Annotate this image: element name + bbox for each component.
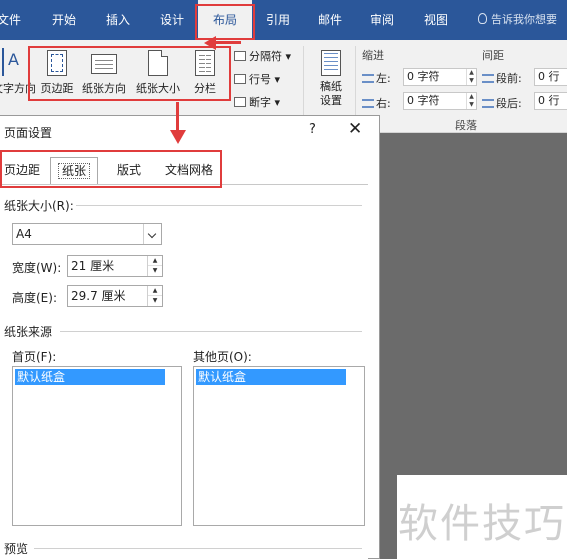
highlight-page-setup-group: [28, 46, 231, 101]
tab-review[interactable]: 审阅: [360, 0, 404, 40]
hyphenation-icon: [234, 97, 246, 107]
indent-right-icon: [362, 99, 374, 108]
indent-right-spinner[interactable]: ▲ ▼: [466, 93, 476, 109]
tell-me-text: 告诉我你想要: [491, 13, 557, 26]
dialog-title: 页面设置: [4, 126, 53, 140]
section-divider: [34, 548, 362, 549]
line-numbers-icon: [234, 74, 246, 84]
other-pages-list[interactable]: 默认纸盒: [193, 366, 365, 526]
paper-size-value: A4: [16, 227, 32, 241]
highlight-dialog-tabs: [0, 150, 222, 188]
indent-left-icon: [362, 74, 374, 83]
watermark-text: 软件技巧: [398, 501, 566, 547]
arrow-connector: [213, 41, 241, 44]
close-icon[interactable]: ✕: [348, 119, 362, 139]
hyphenation-button[interactable]: 断字 ▾: [234, 94, 280, 110]
arrow-head-icon: [204, 36, 216, 50]
tab-mailings[interactable]: 邮件: [308, 0, 352, 40]
breaks-button[interactable]: 分隔符 ▾: [234, 48, 291, 64]
height-label: 高度(E):: [12, 291, 57, 305]
height-value: 29.7 厘米: [71, 289, 126, 303]
tab-design[interactable]: 设计: [150, 0, 194, 40]
spacing-before-input[interactable]: 0 行: [534, 68, 567, 86]
tell-me-search[interactable]: 告诉我你想要: [478, 0, 557, 40]
help-button[interactable]: ?: [309, 122, 316, 137]
height-input[interactable]: 29.7 厘米 ▲ ▼: [67, 285, 163, 307]
spacing-after-label: 段后:: [482, 95, 522, 111]
chevron-down-icon[interactable]: [143, 224, 161, 244]
paper-source-section-label: 纸张来源: [4, 325, 53, 339]
group-separator: [355, 46, 356, 126]
breaks-label: 分隔符: [249, 50, 282, 63]
spacing-before-label: 段前:: [482, 70, 522, 86]
indent-left-input[interactable]: 0 字符 ▲ ▼: [403, 68, 477, 86]
other-pages-label: 其他页(O):: [193, 350, 252, 364]
breaks-icon: [234, 51, 246, 61]
height-spinner[interactable]: ▲ ▼: [147, 286, 162, 306]
tab-file[interactable]: 文件: [0, 0, 24, 40]
highlight-layout-tab: [195, 4, 255, 40]
lightbulb-icon: [478, 13, 487, 24]
spacing-after-icon: [482, 99, 494, 108]
paper-size-section-label: 纸张大小(R):: [4, 199, 74, 213]
width-spinner[interactable]: ▲ ▼: [147, 256, 162, 276]
first-page-list[interactable]: 默认纸盒: [12, 366, 182, 526]
first-page-label: 首页(F):: [12, 350, 57, 364]
draft-paper-icon: [321, 50, 341, 76]
tab-insert[interactable]: 插入: [96, 0, 140, 40]
watermark-box: 软件技巧: [397, 475, 567, 559]
indent-right-input[interactable]: 0 字符 ▲ ▼: [403, 92, 477, 110]
group-separator: [303, 46, 304, 126]
draft-paper-button[interactable]: 稿纸 设置: [310, 40, 352, 120]
width-input[interactable]: 21 厘米 ▲ ▼: [67, 255, 163, 277]
indent-group-label: 缩进: [362, 49, 384, 62]
section-divider: [76, 205, 362, 206]
indent-left-spinner[interactable]: ▲ ▼: [466, 69, 476, 85]
width-value: 21 厘米: [71, 259, 115, 273]
line-numbers-button[interactable]: 行号 ▾: [234, 71, 280, 87]
tab-view[interactable]: 视图: [414, 0, 458, 40]
indent-right-label: 右:: [362, 95, 391, 111]
other-pages-item[interactable]: 默认纸盒: [196, 369, 346, 385]
preview-section-label: 预览: [4, 542, 29, 556]
spacing-after-input[interactable]: 0 行: [534, 92, 567, 110]
draft-paper-label: 稿纸 设置: [320, 80, 342, 107]
arrow-connector: [176, 102, 179, 132]
spacing-group-label: 间距: [482, 49, 504, 62]
arrow-head-icon: [170, 130, 186, 144]
text-direction-icon: A: [2, 48, 20, 76]
indent-left-label: 左:: [362, 70, 391, 86]
paragraph-group-label: 段落: [455, 119, 477, 132]
paper-size-select[interactable]: A4: [12, 223, 162, 245]
ribbon-tab-bar: 文件 开始 插入 设计 布局 引用 邮件 审阅 视图 告诉我你想要: [0, 0, 567, 40]
first-page-item[interactable]: 默认纸盒: [15, 369, 165, 385]
hyphenation-label: 断字: [249, 96, 271, 109]
section-divider: [60, 331, 362, 332]
tab-references[interactable]: 引用: [256, 0, 300, 40]
tab-home[interactable]: 开始: [42, 0, 86, 40]
spacing-before-icon: [482, 74, 494, 83]
width-label: 宽度(W):: [12, 261, 62, 275]
paper-panel: 纸张大小(R): A4 宽度(W): 21 厘米 ▲ ▼ 高度(E): 29.7 …: [0, 185, 368, 559]
line-numbers-label: 行号: [249, 73, 271, 86]
